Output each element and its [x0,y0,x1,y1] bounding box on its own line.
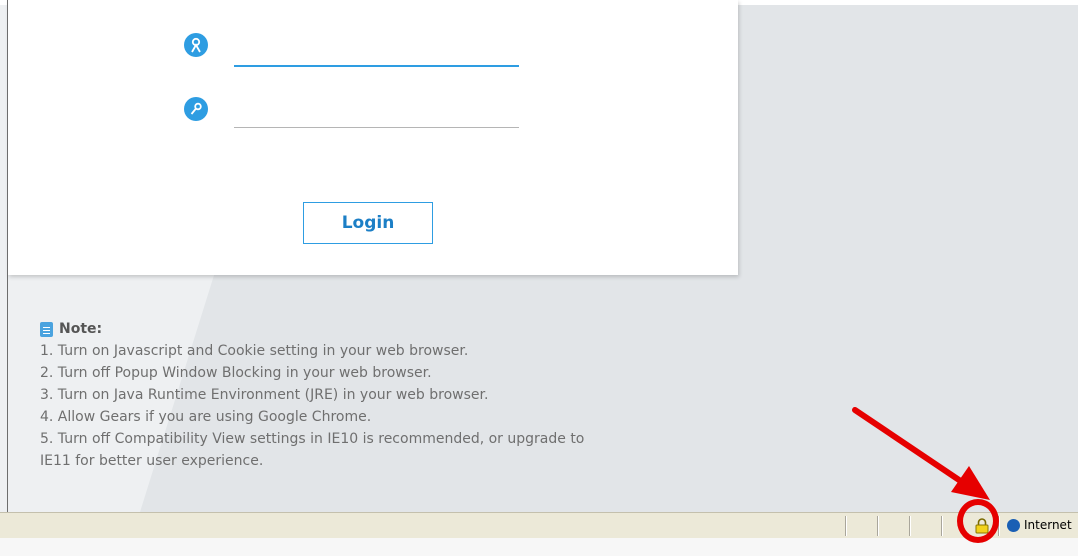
note-item: 1. Turn on Javascript and Cookie setting… [40,343,469,359]
status-separator [941,516,942,536]
username-input[interactable] [236,42,519,62]
annotation-circle [957,499,999,543]
note-item: 4. Allow Gears if you are using Google C… [40,409,372,425]
username-underline [234,65,519,67]
note-item: 5. Turn off Compatibility View settings … [40,431,585,447]
globe-icon [1007,518,1020,532]
note-section: Note: 1. Turn on Javascript and Cookie s… [40,318,740,472]
note-item: 3. Turn on Java Runtime Environment (JRE… [40,387,489,403]
login-card: Login [8,0,738,275]
password-input[interactable] [236,104,519,124]
document-icon [40,321,53,337]
zone-label: Internet [1024,518,1072,532]
status-separator [909,516,910,536]
login-button[interactable]: Login [303,202,433,244]
frame-left-border [7,0,8,512]
status-separator [877,516,878,536]
user-icon [184,33,208,57]
note-header: Note: [40,318,740,340]
bottom-strip [0,538,1078,556]
browser-status-bar: Internet [0,512,1078,538]
note-title: Note: [59,321,103,337]
status-separator [845,516,846,536]
note-item: 2. Turn off Popup Window Blocking in you… [40,365,432,381]
browser-viewport: Login Note: 1. Turn on Javascript and Co… [0,0,1078,512]
key-icon [184,97,208,121]
security-zone[interactable]: Internet [1007,518,1072,532]
password-underline [234,127,519,128]
note-item: IE11 for better user experience. [40,453,264,469]
note-list: 1. Turn on Javascript and Cookie setting… [40,340,740,472]
